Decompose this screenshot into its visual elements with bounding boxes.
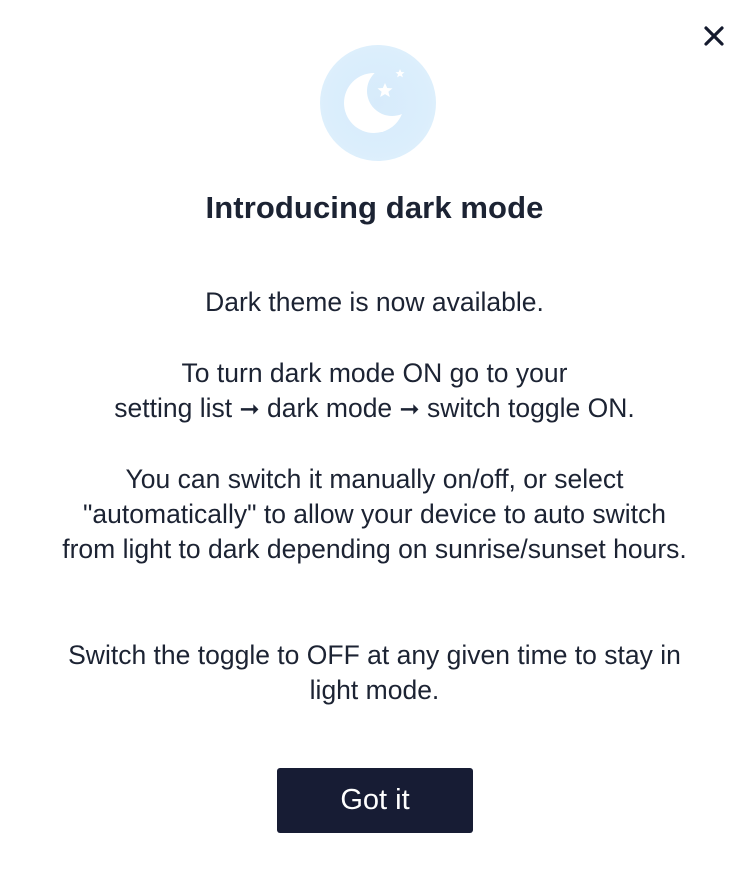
dark-mode-dialog: Introducing dark mode Dark theme is now … [0, 0, 749, 872]
instructions-text: To turn dark mode ON go to your setting … [60, 356, 689, 427]
instructions-line-2: setting list ➞ dark mode ➞ switch toggle… [60, 391, 689, 427]
hero-illustration [320, 45, 436, 161]
settings-path-step-1: setting list [114, 393, 233, 423]
automatic-mode-text: You can switch it manually on/off, or se… [62, 464, 687, 564]
arrow-right-icon: ➞ [399, 395, 420, 423]
close-icon [704, 25, 724, 49]
close-button[interactable] [699, 22, 729, 52]
arrow-right-icon: ➞ [239, 395, 260, 423]
settings-path-step-2: dark mode [266, 393, 393, 423]
availability-text: Dark theme is now available. [205, 287, 544, 317]
instructions-line-1: To turn dark mode ON go to your [181, 358, 568, 388]
dialog-title: Introducing dark mode [205, 190, 544, 225]
moon-stars-icon [338, 60, 418, 146]
light-mode-text: Switch the toggle to OFF at any given ti… [68, 640, 681, 705]
got-it-button[interactable]: Got it [277, 768, 473, 833]
settings-path-step-3: switch toggle ON. [427, 393, 635, 423]
